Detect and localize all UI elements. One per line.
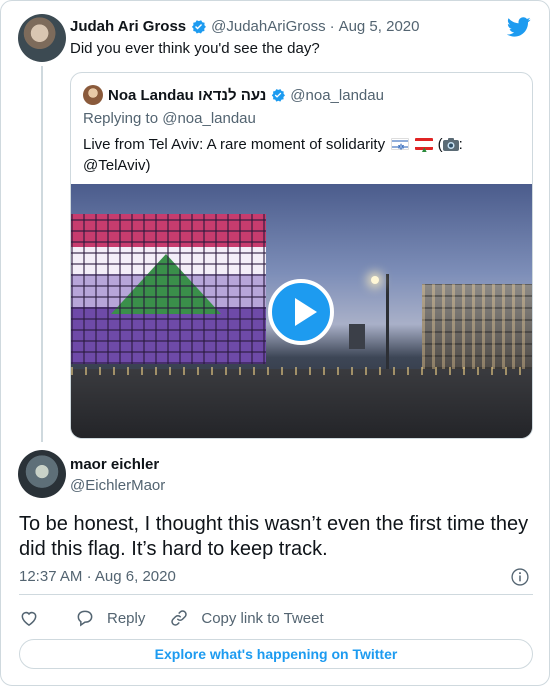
street-lamp bbox=[371, 276, 379, 284]
quoted-tweet-text: Live from Tel Aviv: A rare moment of sol… bbox=[83, 134, 523, 176]
tweet-timestamp[interactable]: 12:37 AM · Aug 6, 2020 bbox=[19, 568, 176, 585]
reply-tweet-text: To be honest, I thought this wasn’t even… bbox=[19, 513, 529, 560]
avatar-judah[interactable] bbox=[18, 14, 66, 62]
link-icon bbox=[171, 610, 188, 626]
reply-author-handle[interactable]: @EichlerMaor bbox=[70, 477, 165, 494]
quoted-text-paren-open: ( bbox=[433, 136, 443, 153]
explore-twitter-button[interactable]: Explore what's happening on Twitter bbox=[19, 639, 533, 669]
heart-icon bbox=[21, 611, 37, 626]
parent-tweet-date[interactable]: Aug 5, 2020 bbox=[339, 18, 420, 35]
avatar-maor[interactable] bbox=[18, 450, 66, 498]
like-button[interactable] bbox=[19, 608, 51, 628]
verified-badge-icon bbox=[272, 89, 286, 102]
reply-button[interactable]: Reply bbox=[75, 608, 145, 628]
separator-dot: · bbox=[86, 568, 92, 585]
plaza-ground bbox=[71, 369, 532, 438]
replying-to-prefix: Replying to bbox=[83, 110, 163, 127]
tweet-time[interactable]: 12:37 AM bbox=[19, 568, 82, 585]
divider bbox=[19, 594, 533, 595]
reply-bubble-icon bbox=[77, 610, 93, 627]
tweet-actions: Reply Copy link to Tweet bbox=[19, 607, 348, 629]
verified-badge-icon bbox=[192, 19, 207, 34]
copy-link-label: Copy link to Tweet bbox=[201, 609, 324, 627]
distant-tower bbox=[349, 324, 365, 349]
building-windows bbox=[71, 214, 266, 364]
quoted-author-handle[interactable]: @noa_landau bbox=[290, 87, 384, 104]
thread-line bbox=[41, 66, 43, 442]
replying-to-link[interactable]: @noa_landau bbox=[162, 110, 256, 127]
parent-tweet-text: Did you ever think you'd see the day? bbox=[70, 40, 320, 57]
reply-label: Reply bbox=[107, 609, 146, 627]
reply-author-name[interactable]: maor eichler bbox=[70, 456, 159, 473]
street-lights-row bbox=[71, 367, 532, 375]
quoted-tweet[interactable]: Noa Landau נעה לנדאו @noa_landau Replyin… bbox=[70, 72, 533, 439]
lebanon-flag-icon bbox=[415, 138, 434, 160]
right-building-windows bbox=[422, 284, 532, 369]
info-icon[interactable] bbox=[510, 567, 530, 587]
parent-author-handle[interactable]: @JudahAriGross bbox=[211, 18, 325, 35]
quoted-text-main: Live from Tel Aviv: A rare moment of sol… bbox=[83, 136, 386, 153]
israel-flag-icon bbox=[391, 137, 410, 158]
quoted-author-name[interactable]: Noa Landau נעה לנדאו bbox=[108, 87, 266, 104]
street-pole bbox=[386, 274, 389, 369]
parent-author-row: Judah Ari Gross @JudahAriGross · Aug 5, … bbox=[70, 16, 419, 36]
twitter-bird-icon[interactable] bbox=[507, 15, 531, 39]
avatar-noa[interactable] bbox=[83, 85, 103, 105]
quoted-text-paren-tail: : bbox=[458, 136, 463, 153]
quoted-author-row: Noa Landau נעה לנדאו @noa_landau bbox=[108, 85, 384, 105]
copy-link-button[interactable]: Copy link to Tweet bbox=[169, 608, 324, 628]
camera-icon bbox=[442, 138, 459, 151]
embedded-tweet-card: Judah Ari Gross @JudahAriGross · Aug 5, … bbox=[0, 0, 550, 686]
parent-author-name[interactable]: Judah Ari Gross bbox=[70, 18, 186, 35]
separator-dot: · bbox=[329, 17, 335, 35]
replying-to: Replying to @noa_landau bbox=[83, 110, 256, 127]
tweet-date[interactable]: Aug 6, 2020 bbox=[95, 568, 176, 585]
play-icon[interactable] bbox=[268, 279, 334, 345]
video-thumbnail[interactable] bbox=[71, 184, 532, 438]
quoted-text-credit[interactable]: @TelAviv) bbox=[83, 157, 150, 174]
